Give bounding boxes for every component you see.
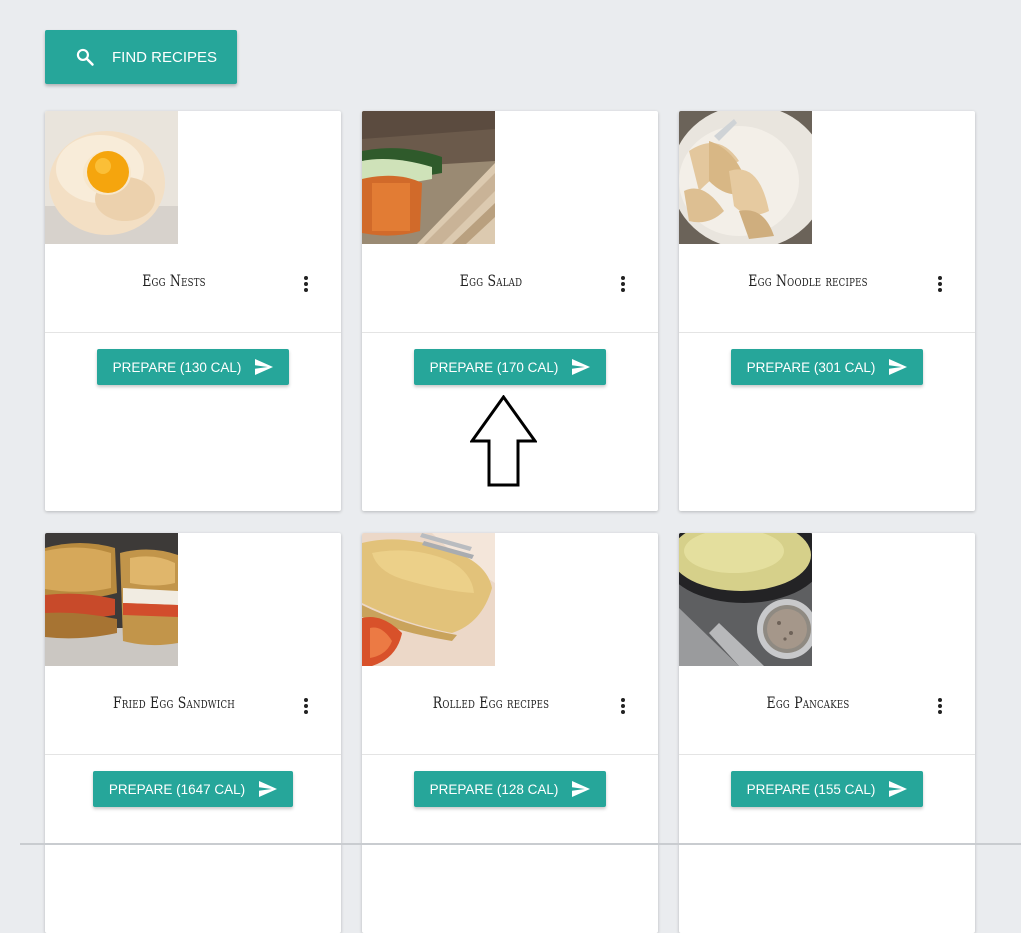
rolled-egg-photo [362,533,495,666]
egg-nest-photo [45,111,178,244]
prepare-button[interactable]: PREPARE (130 CAL) [97,349,289,385]
more-vert-icon[interactable] [616,694,630,718]
recipe-title: Egg Nests [142,271,206,290]
prepare-label: PREPARE (128 CAL) [429,781,559,797]
recipe-card: Fried Egg Sandwich PREPARE (1647 CAL) [45,533,341,933]
card-divider [362,332,658,333]
fried-egg-sandwich-photo [45,533,178,666]
send-icon [572,781,591,797]
search-icon [75,47,95,67]
prepare-label: PREPARE (155 CAL) [746,781,876,797]
recipe-card: Egg Nests PREPARE (130 CAL) [45,111,341,511]
card-divider [362,754,658,755]
recipe-title: Egg Pancakes [766,693,850,712]
find-recipes-label: FIND RECIPES [112,48,218,66]
card-divider [45,332,341,333]
recipe-title: Egg Noodle recipes [748,271,868,290]
prepare-label: PREPARE (130 CAL) [112,359,242,375]
prepare-button[interactable]: PREPARE (301 CAL) [731,349,923,385]
prepare-button[interactable]: PREPARE (155 CAL) [731,771,923,807]
egg-pancake-photo [679,533,812,666]
prepare-button[interactable]: PREPARE (1647 CAL) [93,771,293,807]
recipe-card: Egg Pancakes PREPARE (155 CAL) [679,533,975,933]
prepare-label: PREPARE (301 CAL) [746,359,876,375]
annotation-up-arrow [469,394,538,493]
more-vert-icon[interactable] [616,272,630,296]
recipe-title: Rolled Egg recipes [432,693,550,712]
recipe-title: Egg Salad [459,271,523,290]
prepare-button[interactable]: PREPARE (170 CAL) [414,349,606,385]
prepare-button[interactable]: PREPARE (128 CAL) [414,771,606,807]
send-icon [572,359,591,375]
prepare-label: PREPARE (1647 CAL) [108,781,246,797]
card-divider [679,754,975,755]
recipe-card: Egg Noodle recipes PREPARE (301 CAL) [679,111,975,511]
more-vert-icon[interactable] [933,694,947,718]
prepare-label: PREPARE (170 CAL) [429,359,559,375]
send-icon [889,781,908,797]
egg-salad-sandwich-photo [362,111,495,244]
card-divider [679,332,975,333]
recipe-card: Rolled Egg recipes PREPARE (128 CAL) [362,533,658,933]
card-divider [45,754,341,755]
egg-noodles-photo [679,111,812,244]
send-icon [889,359,908,375]
more-vert-icon[interactable] [299,694,313,718]
recipe-title: Fried Egg Sandwich [112,693,235,712]
find-recipes-button[interactable]: FIND RECIPES [45,30,237,84]
send-icon [255,359,274,375]
more-vert-icon[interactable] [933,272,947,296]
send-icon [259,781,278,797]
more-vert-icon[interactable] [299,272,313,296]
